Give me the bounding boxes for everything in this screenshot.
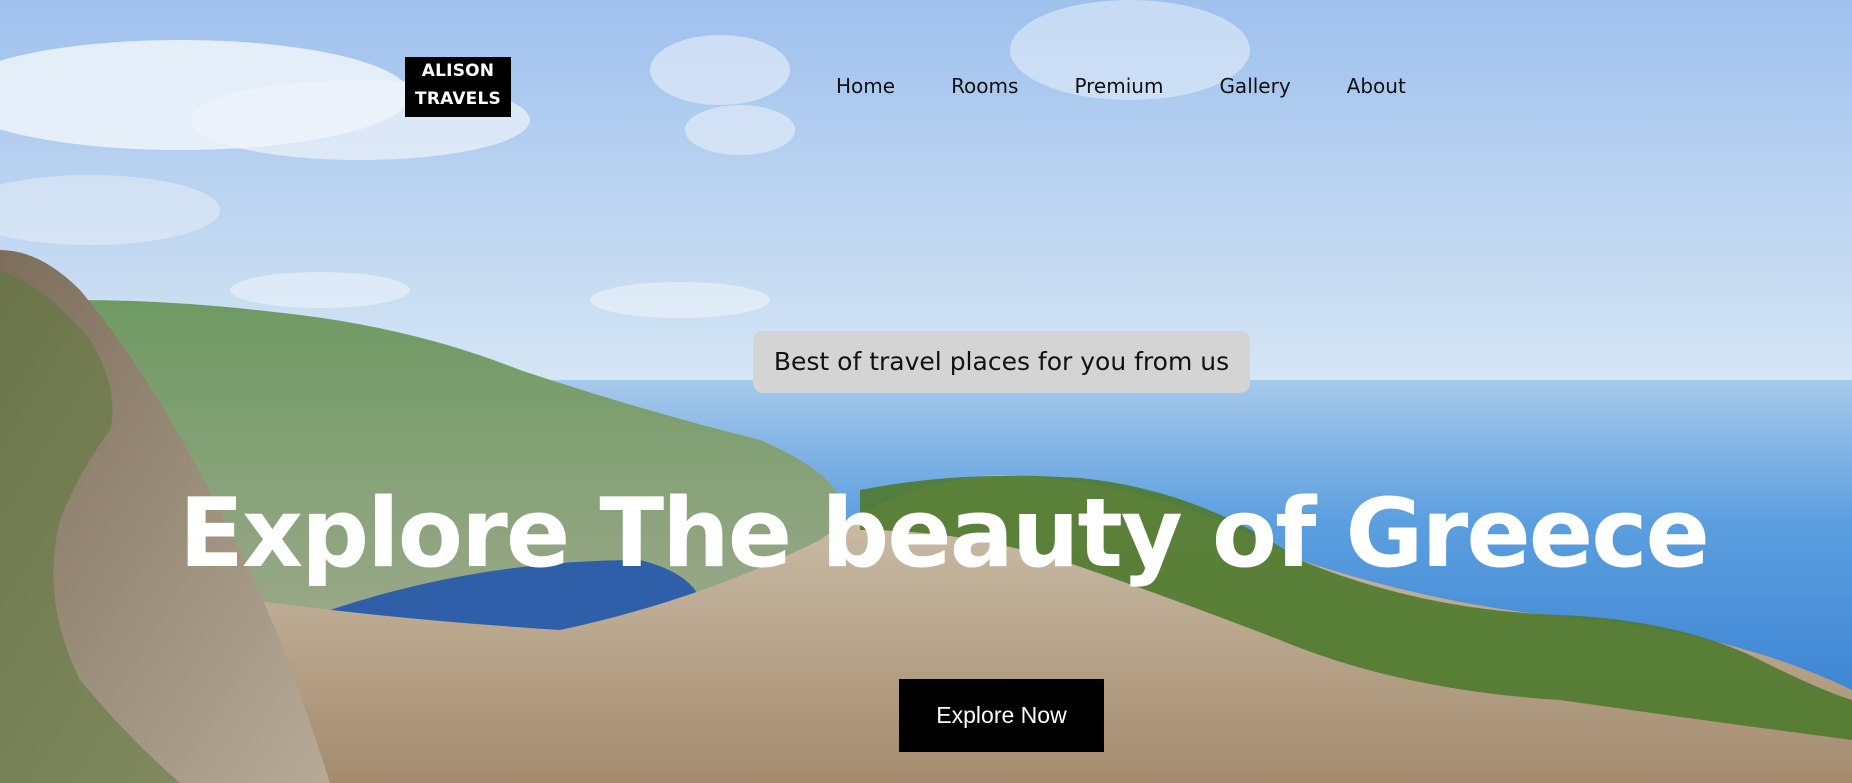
hero-section: ALISON TRAVELS Home Rooms Premium Galler… xyxy=(0,0,1852,783)
nav-item-premium[interactable]: Premium xyxy=(1074,74,1163,98)
nav-item-about[interactable]: About xyxy=(1347,74,1406,98)
brand-logo-line2: TRAVELS xyxy=(415,89,501,109)
nav-item-gallery[interactable]: Gallery xyxy=(1219,74,1290,98)
brand-logo-line1: ALISON xyxy=(421,61,495,81)
hero-tagline: Best of travel places for you from us xyxy=(753,331,1250,393)
hero-headline: Explore The beauty of Greece xyxy=(179,479,1710,589)
brand-logo[interactable]: ALISON TRAVELS xyxy=(405,57,511,117)
nav-item-home[interactable]: Home xyxy=(836,74,895,98)
explore-now-button[interactable]: Explore Now xyxy=(899,679,1104,752)
nav-item-rooms[interactable]: Rooms xyxy=(951,74,1018,98)
main-nav: Home Rooms Premium Gallery About xyxy=(836,74,1406,98)
